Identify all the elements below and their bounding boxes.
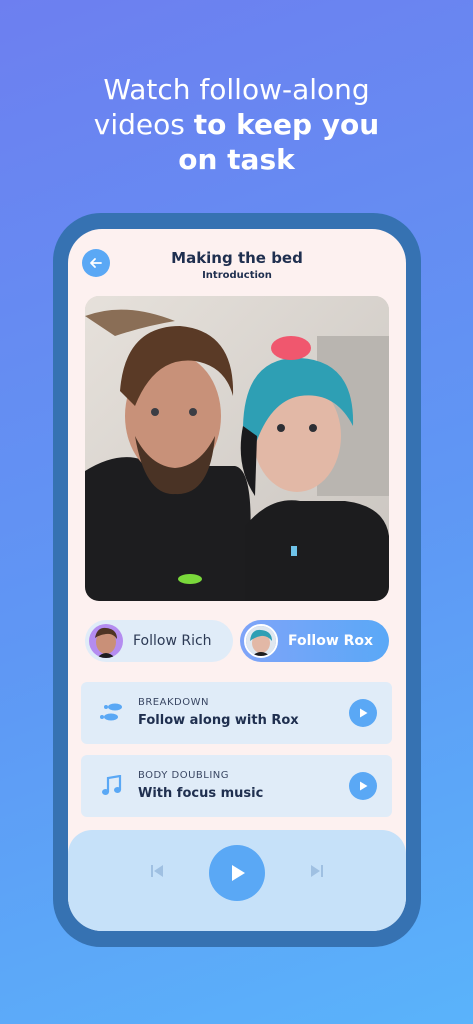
headline-bold-text: to keep you (193, 108, 380, 141)
headline: Watch follow-along videos to keep you on… (0, 72, 473, 177)
phone-frame: Making the bed Introduction Follow Rich … (53, 213, 421, 947)
follow-rich-button[interactable]: Follow Rich (85, 620, 233, 662)
play-icon (360, 781, 368, 791)
breakdown-play-button[interactable] (349, 699, 377, 727)
avatar-rich (89, 624, 123, 658)
skip-previous-icon[interactable] (150, 864, 164, 878)
footsteps-icon (100, 703, 122, 721)
screen-subtitle: Introduction (202, 270, 272, 281)
follow-rox-label: Follow Rox (288, 633, 374, 649)
headline-line-3: on task (0, 142, 473, 177)
breakdown-kicker: BREAKDOWN (138, 697, 209, 708)
media-player-bar (68, 830, 406, 931)
avatar-rox (244, 624, 278, 658)
body-doubling-play-button[interactable] (349, 772, 377, 800)
skip-next-icon[interactable] (310, 864, 324, 878)
breakdown-title: Follow along with Rox (138, 713, 299, 728)
breakdown-card[interactable]: BREAKDOWN Follow along with Rox (81, 682, 392, 744)
follow-rich-label: Follow Rich (133, 633, 212, 649)
video-player[interactable] (85, 296, 389, 601)
app-screen: Making the bed Introduction Follow Rich … (68, 229, 406, 931)
music-note-icon (102, 775, 122, 795)
video-frame-image (85, 296, 389, 601)
headline-line-2: videos to keep you (0, 107, 473, 142)
headline-line-1: Watch follow-along (103, 73, 370, 106)
follow-rox-button[interactable]: Follow Rox (240, 620, 389, 662)
body-doubling-title: With focus music (138, 786, 264, 801)
screen-title: Making the bed (171, 249, 303, 267)
body-doubling-kicker: BODY DOUBLING (138, 770, 229, 781)
headline-regular-text: videos (93, 108, 185, 141)
play-icon (232, 865, 245, 881)
play-icon (360, 708, 368, 718)
main-play-button[interactable] (209, 845, 265, 901)
headline-bold-text-2: on task (178, 143, 295, 176)
body-doubling-card[interactable]: BODY DOUBLING With focus music (81, 755, 392, 817)
